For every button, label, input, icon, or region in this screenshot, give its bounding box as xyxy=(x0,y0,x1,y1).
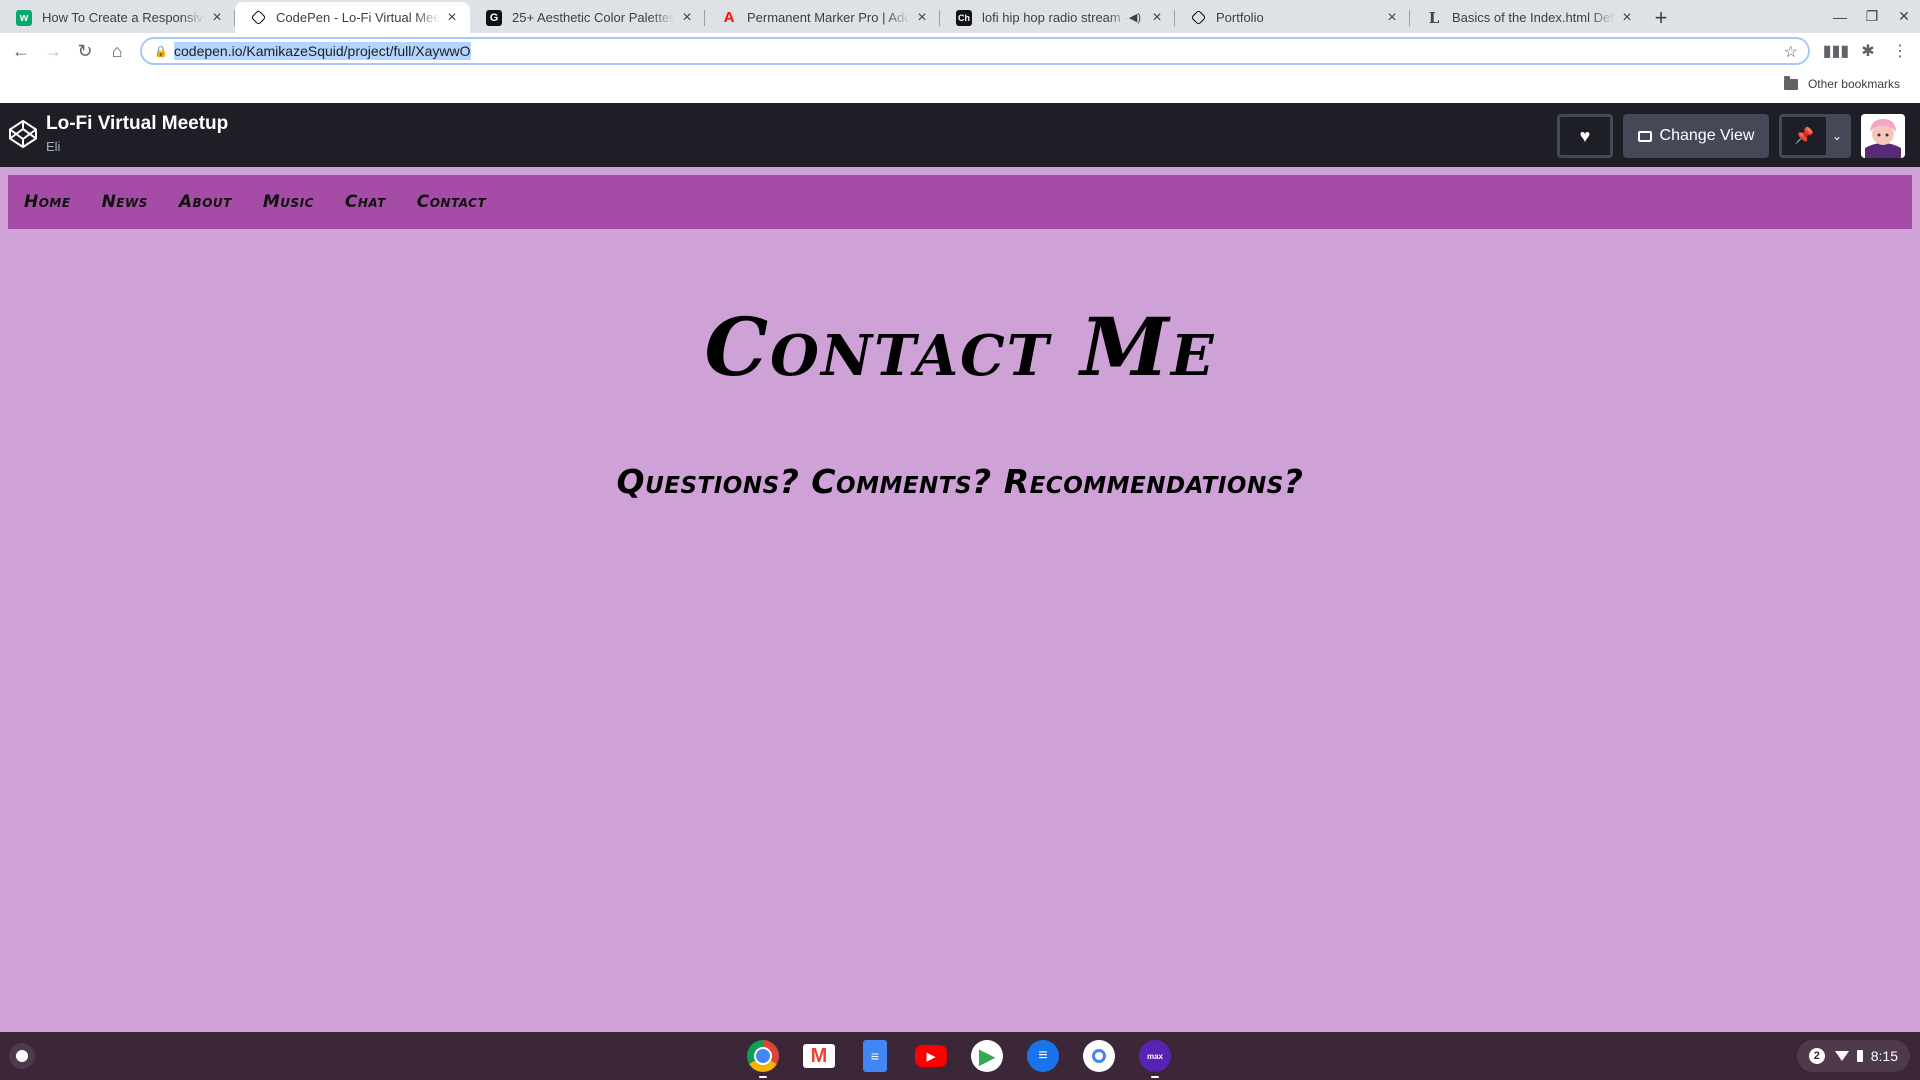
youtube-app[interactable]: ▶ xyxy=(913,1038,949,1074)
gmail-app[interactable]: M xyxy=(801,1038,837,1074)
nav-news[interactable]: News xyxy=(102,192,148,212)
change-view-button[interactable]: Change View xyxy=(1623,114,1769,158)
change-view-label: Change View xyxy=(1659,127,1755,144)
tab-3[interactable]: A Permanent Marker Pro | Adobe F × xyxy=(705,2,940,33)
close-window-icon[interactable]: ✕ xyxy=(1888,0,1920,33)
new-tab-button[interactable]: + xyxy=(1645,2,1677,33)
tab-5[interactable]: Portfolio × xyxy=(1175,2,1410,33)
hbo-max-app[interactable]: max xyxy=(1137,1038,1173,1078)
notification-badge: 2 xyxy=(1808,1048,1825,1064)
lock-icon[interactable]: 🔒 xyxy=(154,45,168,58)
project-title: Lo-Fi Virtual Meetup xyxy=(46,113,229,134)
nav-chat[interactable]: Chat xyxy=(345,192,386,212)
project-author[interactable]: Eli xyxy=(46,139,60,154)
tab-title: CodePen - Lo-Fi Virtual Meetup xyxy=(276,10,440,25)
address-bar[interactable]: 🔒 codepen.io/KamikazeSquid/project/full/… xyxy=(140,37,1810,65)
status-tray[interactable]: 2 8:15 xyxy=(1796,1040,1910,1072)
view-icon xyxy=(1637,130,1652,142)
launcher-icon xyxy=(16,1050,28,1062)
close-icon[interactable]: × xyxy=(1619,9,1635,27)
battery-icon xyxy=(1856,1050,1863,1062)
os-shelf: M ≡ ▶ ▶ ≡ max 2 8:15 xyxy=(0,1032,1920,1080)
avatar[interactable] xyxy=(1861,114,1905,158)
docs-app[interactable]: ≡ xyxy=(857,1038,893,1074)
audio-wave-icon[interactable]: ▮▮▮ xyxy=(1820,35,1852,67)
close-icon[interactable]: × xyxy=(1384,9,1400,27)
tab-strip: w How To Create a Responsive Top × CodeP… xyxy=(0,0,1920,33)
tab-6[interactable]: L Basics of the Index.html Default × xyxy=(1410,2,1645,33)
codepen-logo-icon[interactable] xyxy=(8,119,38,149)
window-controls: — ❐ ✕ xyxy=(1824,0,1920,33)
tab-title: Basics of the Index.html Default xyxy=(1452,10,1615,25)
heart-icon: ♥ xyxy=(1579,125,1591,146)
nav-contact[interactable]: Contact xyxy=(417,192,486,212)
camera-icon xyxy=(1083,1040,1115,1072)
codepen-header: Lo-Fi Virtual Meetup Eli ♥ Change View 📌… xyxy=(0,103,1920,167)
chrome-app[interactable] xyxy=(745,1038,781,1078)
ch-icon: Ch xyxy=(956,9,972,26)
page-heading: Contact Me xyxy=(704,300,1216,394)
l-icon: L xyxy=(1428,8,1440,27)
reload-icon[interactable]: ↻ xyxy=(69,35,101,67)
close-icon[interactable]: × xyxy=(1149,9,1165,27)
folder-icon xyxy=(1783,75,1798,90)
tab-2[interactable]: G 25+ Aesthetic Color Palettes, for × xyxy=(470,2,705,33)
back-icon[interactable]: ← xyxy=(5,35,37,67)
messages-app[interactable]: ≡ xyxy=(1025,1038,1061,1074)
close-icon[interactable]: × xyxy=(914,9,930,27)
speaker-icon[interactable]: ◀) xyxy=(1129,11,1141,24)
codepen-icon xyxy=(250,9,267,26)
launcher-button[interactable] xyxy=(9,1043,35,1069)
w3schools-icon: w xyxy=(16,9,32,26)
browser-toolbar: ← → ↻ ⌂ 🔒 codepen.io/KamikazeSquid/proje… xyxy=(0,33,1920,69)
wifi-icon xyxy=(1834,1051,1849,1061)
clock: 8:15 xyxy=(1870,1048,1898,1064)
adobe-icon: A xyxy=(723,9,735,26)
nav-music[interactable]: Music xyxy=(263,192,314,212)
star-icon[interactable]: ☆ xyxy=(1784,42,1798,62)
hbo-max-icon: max xyxy=(1139,1040,1171,1072)
tab-title: lofi hip hop radio stream - Cl xyxy=(982,10,1129,25)
docs-icon: ≡ xyxy=(863,1040,887,1072)
restore-icon[interactable]: ❐ xyxy=(1856,0,1888,33)
other-bookmarks-label: Other bookmarks xyxy=(1807,77,1900,91)
pin-icon[interactable]: 📌 xyxy=(1782,126,1826,146)
menu-icon[interactable]: ⋮ xyxy=(1884,35,1916,67)
gmail-icon: M xyxy=(803,1044,835,1068)
tab-title: How To Create a Responsive Top xyxy=(42,10,205,25)
tab-title: Portfolio xyxy=(1216,10,1264,25)
page-subheading: Questions? Comments? Recommendations? xyxy=(616,462,1304,501)
minimize-icon[interactable]: — xyxy=(1824,0,1856,33)
nav-home[interactable]: Home xyxy=(24,192,71,212)
tab-0[interactable]: w How To Create a Responsive Top × xyxy=(0,2,235,33)
messages-icon: ≡ xyxy=(1027,1040,1059,1072)
tab-1[interactable]: CodePen - Lo-Fi Virtual Meetup × xyxy=(235,2,470,33)
close-icon[interactable]: × xyxy=(209,9,225,27)
youtube-icon: ▶ xyxy=(915,1045,947,1067)
site-nav: Home News About Music Chat Contact xyxy=(8,175,1912,229)
home-icon[interactable]: ⌂ xyxy=(101,35,133,67)
tab-title: Permanent Marker Pro | Adobe F xyxy=(747,10,910,25)
chevron-down-icon[interactable]: ⌄ xyxy=(1826,117,1848,155)
play-store-app[interactable]: ▶ xyxy=(969,1038,1005,1074)
chrome-icon xyxy=(747,1040,779,1072)
nav-about[interactable]: About xyxy=(179,192,232,212)
pin-button[interactable]: 📌 ⌄ xyxy=(1779,114,1851,158)
forward-icon[interactable]: → xyxy=(37,35,69,67)
codepen-icon xyxy=(1190,9,1207,26)
extensions-icon[interactable]: ✱ xyxy=(1852,35,1884,67)
url-text[interactable]: codepen.io/KamikazeSquid/project/full/Xa… xyxy=(174,42,471,60)
tab-4[interactable]: Ch lofi hip hop radio stream - Cl ◀) × xyxy=(940,2,1175,33)
close-icon[interactable]: × xyxy=(444,9,460,27)
play-store-icon: ▶ xyxy=(971,1040,1003,1072)
other-bookmarks[interactable]: Other bookmarks xyxy=(1783,75,1900,91)
bookmarks-bar: Other bookmarks xyxy=(0,69,1920,103)
like-button[interactable]: ♥ xyxy=(1557,114,1613,158)
camera-app[interactable] xyxy=(1081,1038,1117,1074)
close-icon[interactable]: × xyxy=(679,9,695,27)
tab-title: 25+ Aesthetic Color Palettes, for xyxy=(512,10,675,25)
g-icon: G xyxy=(486,9,502,26)
